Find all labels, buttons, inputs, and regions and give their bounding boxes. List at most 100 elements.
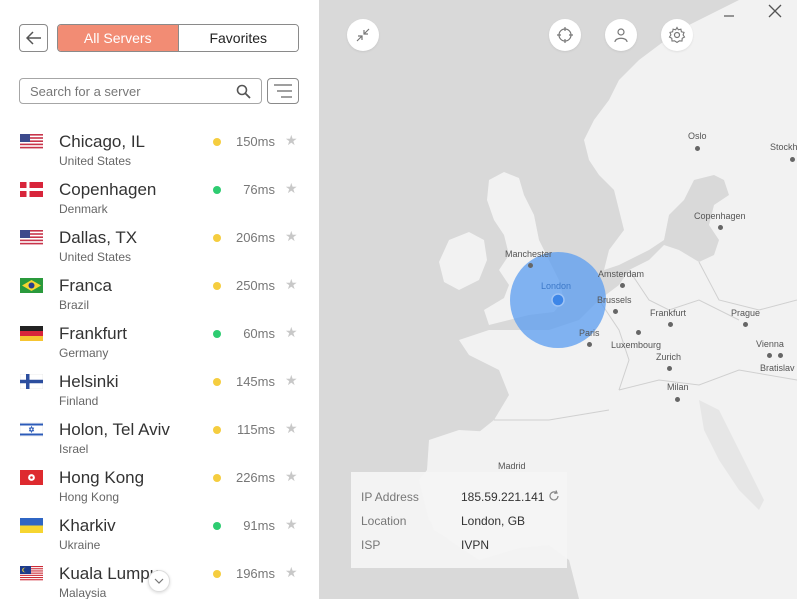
tab-favorites[interactable]: Favorites [177,25,298,51]
crosshair-icon [557,27,573,43]
server-city: Kuala Lumpu [59,564,160,583]
server-city: Copenhagen [59,180,157,199]
ip-label: IP Address [361,490,419,504]
star-icon[interactable]: ★ [285,228,298,245]
isp-value: IVPN [461,538,490,552]
city-marker[interactable] [528,263,533,268]
star-icon[interactable]: ★ [285,468,298,485]
flag-us-icon [20,134,43,149]
city-label-frankfurt: Frankfurt [650,308,687,318]
server-row[interactable]: Kharkiv Ukraine 91ms ★ [0,508,319,556]
server-row[interactable]: Franca Brazil 250ms ★ [0,268,319,316]
status-dot [213,474,221,482]
flag-br-icon [20,278,43,293]
back-button[interactable] [19,24,48,52]
city-label-oslo: Oslo [688,131,707,141]
location-value: London, GB [461,514,526,528]
city-label-prague: Prague [731,308,761,318]
server-row[interactable]: Hong Kong Hong Kong 226ms ★ [0,460,319,508]
city-label-milan: Milan [667,382,689,392]
server-row[interactable]: Copenhagen Denmark 76ms ★ [0,172,319,220]
status-dot [213,282,221,290]
server-country: Hong Kong [59,490,120,504]
account-button[interactable] [605,19,637,51]
city-label-stockholm: Stockh [770,142,797,152]
search-box [19,78,262,104]
city-label-zurich: Zurich [656,352,682,362]
flag-hk-icon [20,470,43,485]
star-icon[interactable]: ★ [285,516,298,533]
user-icon [614,28,628,43]
flag-de-icon [20,326,43,341]
locate-button[interactable] [549,19,581,51]
city-marker[interactable] [778,353,783,358]
refresh-icon[interactable] [548,490,560,502]
server-row[interactable]: Frankfurt Germany 60ms ★ [0,316,319,364]
city-marker[interactable] [675,397,680,402]
server-ping: 60ms [243,326,275,341]
city-marker[interactable] [667,366,672,371]
server-ping: 226ms [235,470,275,485]
city-label-amsterdam: Amsterdam [598,269,645,279]
collapse-map-button[interactable] [347,19,379,51]
server-country: United States [59,250,132,264]
city-marker[interactable] [668,322,673,327]
city-label-luxembourg: Luxembourg [611,340,662,350]
star-icon[interactable]: ★ [285,324,298,341]
status-dot [213,186,221,194]
city-marker[interactable] [620,283,625,288]
server-country: United States [59,154,132,168]
city-marker[interactable] [636,330,641,335]
server-country: Brazil [59,298,90,312]
server-city: Hong Kong [59,468,145,487]
server-ping: 196ms [235,566,275,581]
city-marker[interactable] [790,157,795,162]
star-icon[interactable]: ★ [285,132,298,149]
close-button[interactable] [768,4,782,23]
isp-label: ISP [361,538,381,552]
settings-button[interactable] [661,19,693,51]
minimize-icon [724,15,734,17]
star-icon[interactable]: ★ [285,420,298,437]
location-label: Location [361,514,407,528]
flag-my-icon [20,566,43,581]
city-marker[interactable] [613,309,618,314]
star-icon[interactable]: ★ [285,564,298,581]
city-label-manchester: Manchester [505,249,553,259]
tab-all-servers[interactable]: All Servers [58,25,178,51]
city-marker[interactable] [718,225,723,230]
city-marker[interactable] [767,353,772,358]
city-label-brussels: Brussels [597,295,632,305]
server-row[interactable]: Chicago, IL United States 150ms ★ [0,124,319,172]
server-city: Chicago, IL [59,132,145,151]
server-row[interactable]: Helsinki Finland 145ms ★ [0,364,319,412]
filter-button[interactable] [267,78,299,104]
server-row[interactable]: Holon, Tel Aviv Israel 115ms ★ [0,412,319,460]
server-ping: 206ms [235,230,275,245]
star-icon[interactable]: ★ [285,372,298,389]
chevron-down-icon [154,578,164,584]
server-row[interactable]: Dallas, TX United States 206ms ★ [0,220,319,268]
star-icon[interactable]: ★ [285,180,298,197]
star-icon[interactable]: ★ [285,276,298,293]
city-marker[interactable] [743,322,748,327]
scroll-down-button[interactable] [148,570,170,592]
server-sidebar: All Servers Favorites Chicago, IL United… [0,0,319,599]
server-country: Malaysia [59,586,107,599]
city-marker[interactable] [587,342,592,347]
city-label-copenhagen: Copenhagen [694,211,746,221]
search-input[interactable] [30,83,220,99]
minimize-button[interactable] [723,4,735,22]
server-country: Finland [59,394,99,408]
arrow-left-icon [25,31,41,45]
server-city: Frankfurt [59,324,128,343]
map-view[interactable]: Oslo Stockh Copenhagen Manchester Amster… [319,0,797,599]
server-city: Franca [59,276,112,295]
server-tabs: All Servers Favorites [57,24,299,52]
server-country: Denmark [59,202,108,216]
city-marker[interactable] [695,146,700,151]
city-label-madrid: Madrid [498,461,526,471]
server-city: Kharkiv [59,516,116,535]
status-dot [213,330,221,338]
search-icon[interactable] [236,84,251,99]
